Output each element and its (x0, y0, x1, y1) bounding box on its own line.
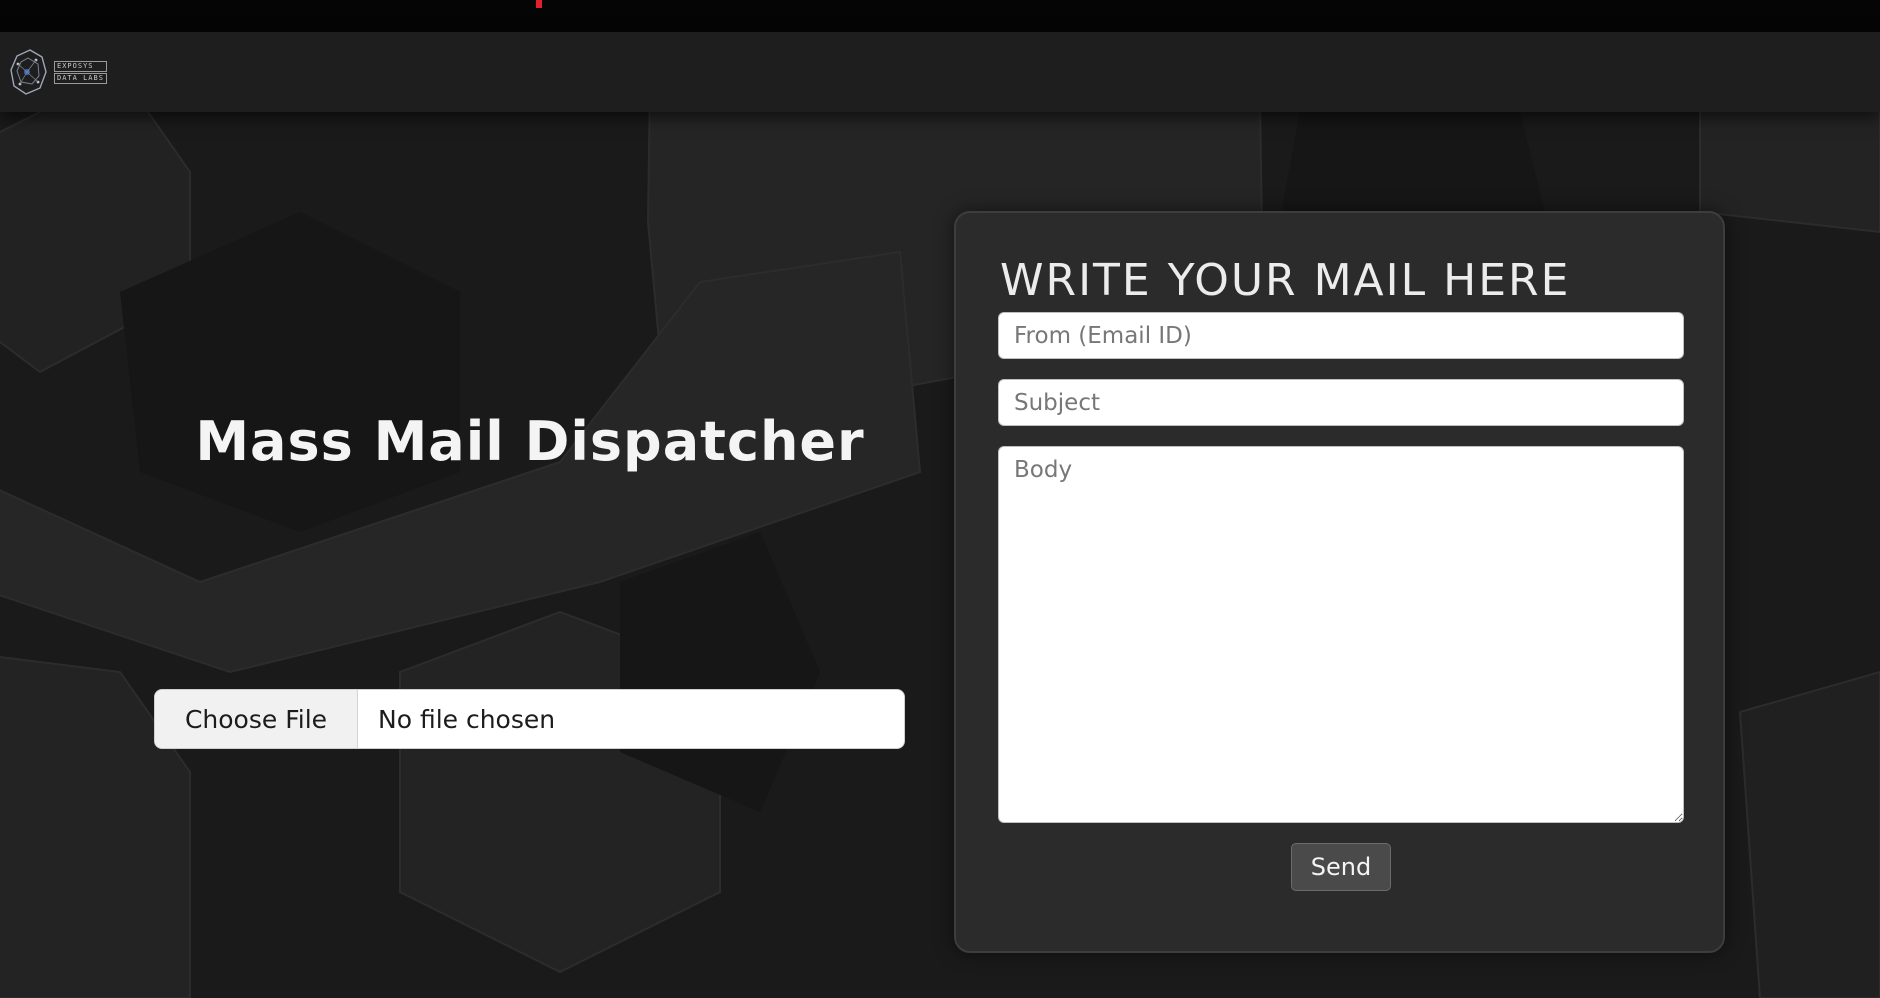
brand-logo-text: EXPOSYS DATA LABS (54, 61, 107, 85)
navbar: EXPOSYS DATA LABS (0, 32, 1880, 112)
from-email-input[interactable] (998, 312, 1684, 359)
top-strip (0, 0, 1880, 32)
choose-file-button[interactable]: Choose File (155, 690, 358, 748)
brand-logo-line: EXPOSYS (54, 61, 107, 72)
file-status-text: No file chosen (378, 704, 556, 734)
accent-mark (536, 0, 542, 8)
brand-logo-line: DATA LABS (54, 73, 107, 84)
brand-logo[interactable]: EXPOSYS DATA LABS (8, 44, 108, 100)
form-heading: WRITE YOUR MAIL HERE (1000, 255, 1571, 306)
send-button[interactable]: Send (1291, 843, 1391, 891)
mail-form-card: WRITE YOUR MAIL HERE Send (954, 211, 1725, 953)
body-textarea[interactable] (998, 446, 1684, 823)
subject-input[interactable] (998, 379, 1684, 426)
page-title: Mass Mail Dispatcher (195, 410, 865, 473)
file-upload-input[interactable]: Choose File No file chosen (154, 689, 905, 749)
